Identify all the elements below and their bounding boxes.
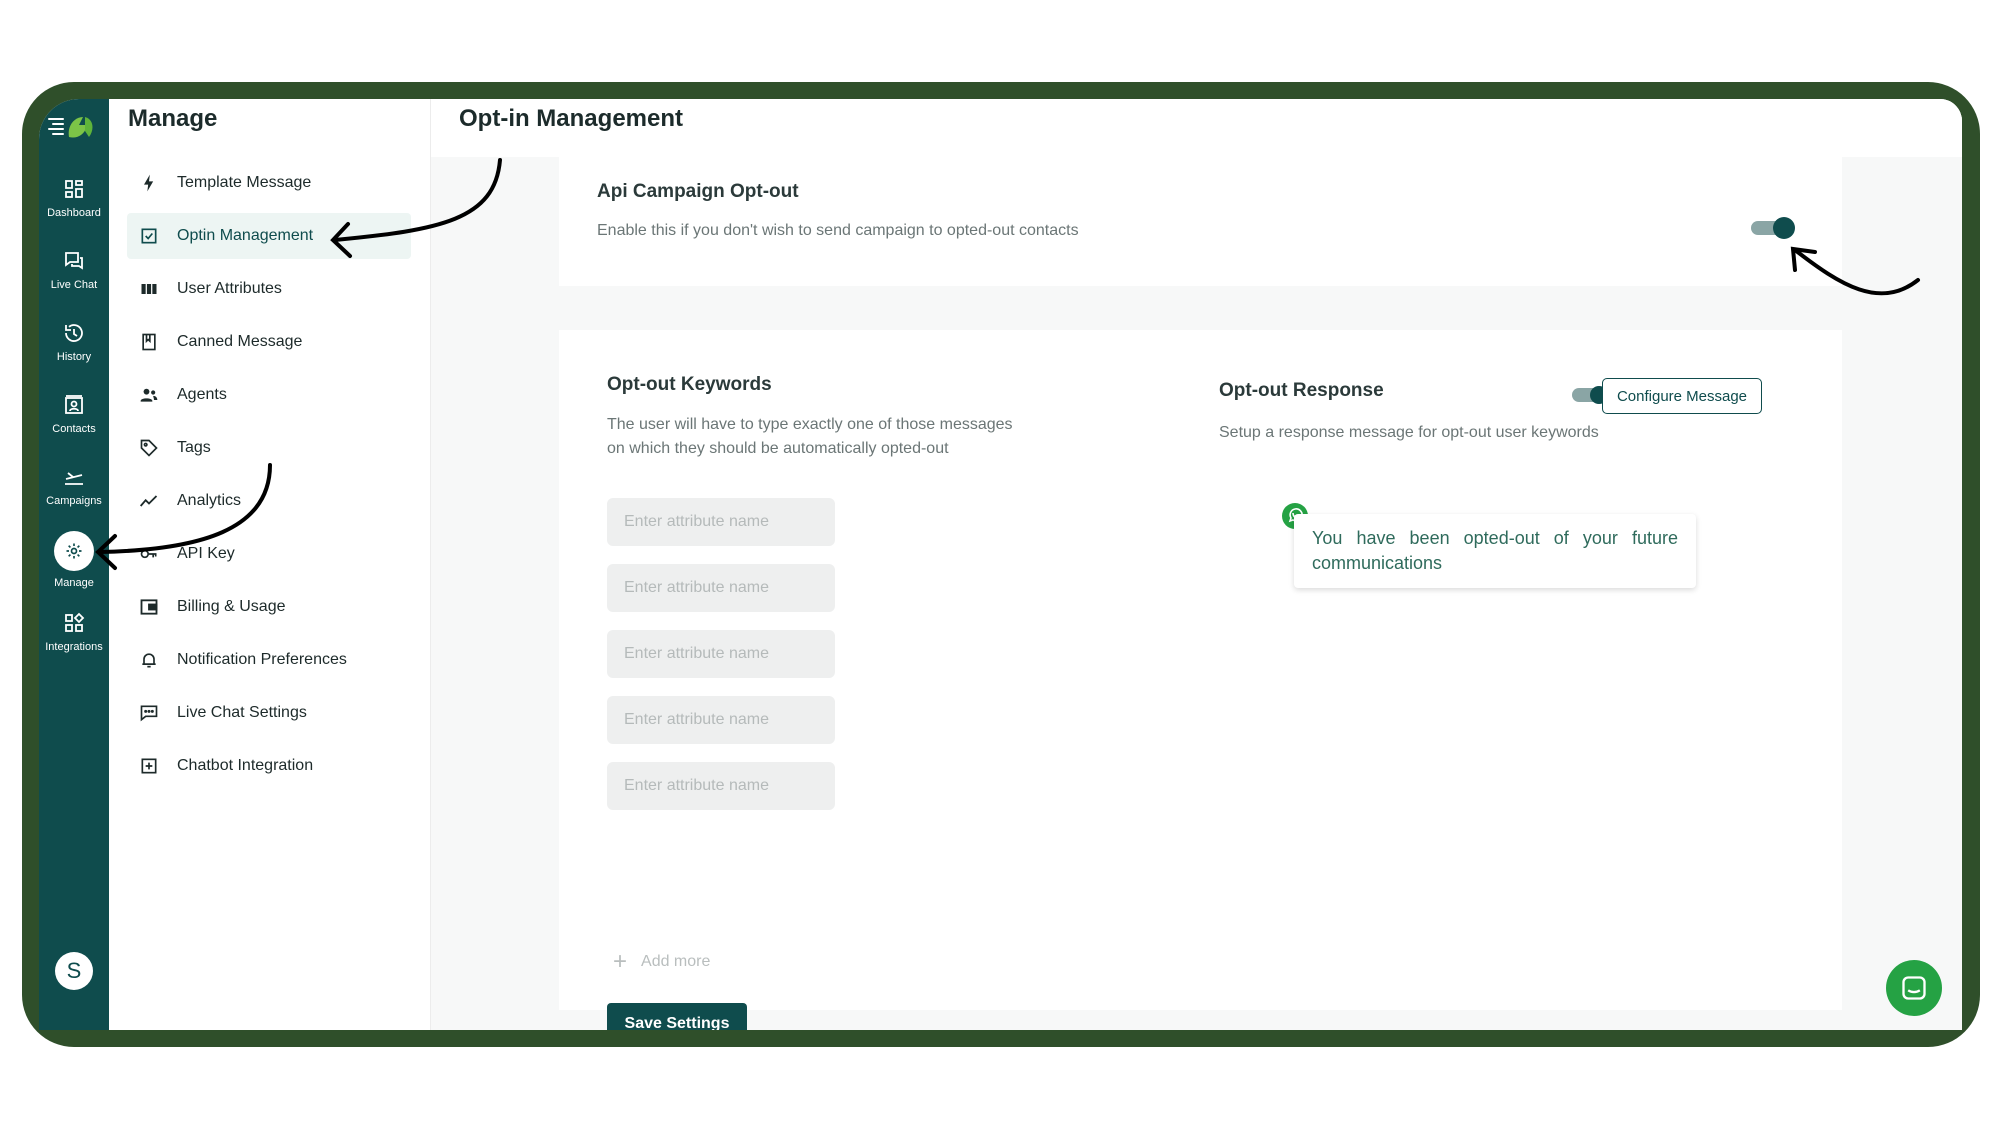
avatar[interactable]: S xyxy=(55,952,93,990)
menu-item-label: Notification Preferences xyxy=(177,651,347,668)
rail-label: Integrations xyxy=(45,641,103,653)
sidebar-title: Manage xyxy=(128,105,218,132)
chat-bubble-icon xyxy=(1902,976,1926,1000)
opt-out-card: Opt-out Keywords The user will have to t… xyxy=(559,330,1842,1030)
api-campaign-title: Api Campaign Opt-out xyxy=(597,181,799,202)
api-campaign-subtitle: Enable this if you don't wish to send ca… xyxy=(597,222,1079,239)
app-logo-icon xyxy=(48,117,93,138)
gear-icon xyxy=(66,543,82,559)
rail-label: Campaigns xyxy=(46,495,102,507)
keyword-input[interactable] xyxy=(607,696,835,744)
rail-active-indicator xyxy=(54,531,94,571)
rail-label: Dashboard xyxy=(47,207,101,219)
response-title: Opt-out Response xyxy=(1219,380,1384,401)
history-icon xyxy=(65,324,83,342)
menu-item-label: Analytics xyxy=(177,492,242,509)
save-settings-button[interactable]: Save Settings xyxy=(607,1003,747,1030)
columns-icon xyxy=(141,284,157,294)
plus-icon: + xyxy=(613,948,628,975)
manage-menu: Template Message Optin Management User A… xyxy=(127,160,411,796)
device-frame: Dashboard Live Chat History Contacts Cam… xyxy=(22,82,1980,1047)
rail-label: Live Chat xyxy=(50,279,98,291)
menu-item-label: Live Chat Settings xyxy=(177,704,307,721)
menu-item-label: Chatbot Integration xyxy=(177,757,314,774)
menu-item-chatbot-integration[interactable]: Chatbot Integration xyxy=(127,743,411,789)
rail-item-history[interactable]: History xyxy=(39,321,109,363)
people-icon xyxy=(140,388,158,402)
keyword-input[interactable] xyxy=(607,498,835,546)
add-more-button[interactable]: + Add more xyxy=(613,948,710,976)
menu-item-label: Billing & Usage xyxy=(177,598,286,615)
contacts-icon xyxy=(65,395,83,414)
keywords-subtitle-line2: on which they should be automatically op… xyxy=(607,440,949,457)
menu-item-user-attributes[interactable]: User Attributes xyxy=(127,266,411,312)
menu-item-label: Template Message xyxy=(177,174,312,191)
menu-item-label: Tags xyxy=(177,439,211,456)
menu-item-analytics[interactable]: Analytics xyxy=(127,478,411,524)
plane-icon xyxy=(65,472,83,485)
grid-icon xyxy=(65,180,83,198)
menu-item-api-key[interactable]: API Key xyxy=(127,531,411,577)
page-title: Opt-in Management xyxy=(459,105,684,132)
menu-item-label: User Attributes xyxy=(177,280,282,297)
rail-item-integrations[interactable]: Integrations xyxy=(39,611,109,653)
menu-item-label: API Key xyxy=(177,545,235,562)
menu-item-notification-preferences[interactable]: Notification Preferences xyxy=(127,637,411,683)
keyword-input[interactable] xyxy=(607,630,835,678)
wallet-icon xyxy=(140,599,158,615)
menu-item-tags[interactable]: Tags xyxy=(127,425,411,471)
keyword-input[interactable] xyxy=(607,564,835,612)
key-icon xyxy=(140,549,157,559)
response-subtitle: Setup a response message for opt-out use… xyxy=(1219,424,1599,441)
icon-rail: Dashboard Live Chat History Contacts Cam… xyxy=(39,99,109,1030)
chat-icon xyxy=(65,252,83,270)
rail-label: Manage xyxy=(54,577,94,589)
app-screen: Dashboard Live Chat History Contacts Cam… xyxy=(39,99,1962,1030)
checkbox-icon xyxy=(141,228,157,244)
manage-sidebar: Manage Template Message Optin Management… xyxy=(109,99,431,1030)
menu-item-optin-management[interactable]: Optin Management xyxy=(127,213,411,259)
rail-item-dashboard[interactable]: Dashboard xyxy=(39,177,109,219)
integrations-icon xyxy=(65,612,85,632)
configure-message-button[interactable]: Configure Message xyxy=(1602,378,1762,414)
trend-icon xyxy=(139,495,158,507)
rail-label: History xyxy=(56,351,92,363)
main-content: Opt-in Management Api Campaign Opt-out E… xyxy=(431,99,1962,1030)
live-chat-launcher[interactable] xyxy=(1886,960,1942,1016)
menu-item-label: Canned Message xyxy=(177,333,303,350)
bot-icon xyxy=(141,758,157,774)
menu-item-label: Optin Management xyxy=(177,227,314,244)
api-campaign-card: Api Campaign Opt-out Enable this if you … xyxy=(559,157,1842,286)
rail-item-campaigns[interactable]: Campaigns xyxy=(39,465,109,507)
keywords-title: Opt-out Keywords xyxy=(607,374,772,395)
keywords-subtitle-line1: The user will have to type exactly one o… xyxy=(607,416,1013,433)
toggle-knob xyxy=(1773,217,1795,239)
menu-item-agents[interactable]: Agents xyxy=(127,372,411,418)
menu-item-label: Agents xyxy=(177,386,227,403)
message-icon xyxy=(140,705,158,722)
rail-item-manage[interactable]: Manage xyxy=(39,531,109,589)
rail-item-live-chat[interactable]: Live Chat xyxy=(39,249,109,291)
keyword-input[interactable] xyxy=(607,762,835,810)
tag-icon xyxy=(140,439,158,457)
menu-item-canned-message[interactable]: Canned Message xyxy=(127,319,411,365)
api-campaign-toggle[interactable] xyxy=(1751,217,1795,239)
bolt-icon xyxy=(144,174,154,192)
bell-icon xyxy=(142,653,156,668)
opt-out-message-preview: You have been opted-out of your future c… xyxy=(1294,514,1696,588)
bookmark-icon xyxy=(142,333,156,351)
rail-label: Contacts xyxy=(52,423,96,435)
add-more-label: Add more xyxy=(641,953,711,970)
rail-item-contacts[interactable]: Contacts xyxy=(39,393,109,435)
menu-item-billing-usage[interactable]: Billing & Usage xyxy=(127,584,411,630)
menu-item-template-message[interactable]: Template Message xyxy=(127,160,411,206)
top-bar: Opt-in Management xyxy=(431,99,1962,157)
menu-item-live-chat-settings[interactable]: Live Chat Settings xyxy=(127,690,411,736)
